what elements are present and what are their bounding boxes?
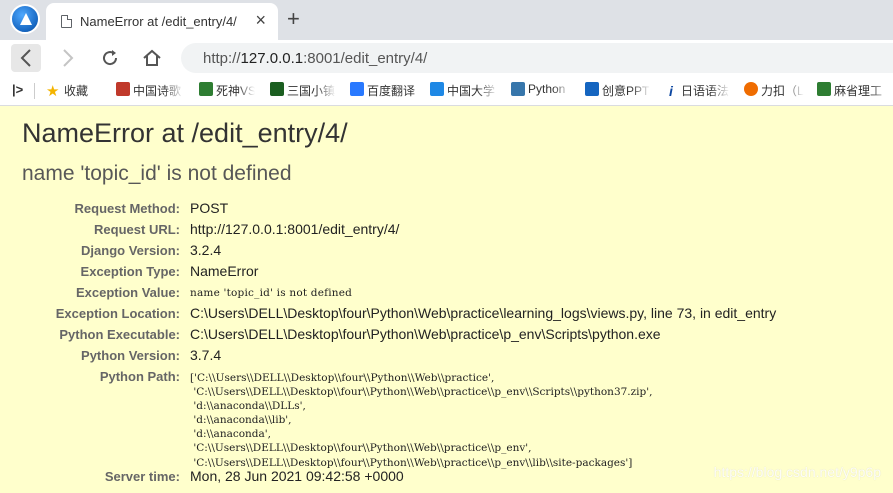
back-arrow-icon [20, 49, 31, 67]
meta-key: Python Version: [81, 348, 180, 363]
translate-icon [350, 82, 364, 96]
mooc-icon [430, 82, 444, 96]
meta-value: C:\Users\DELL\Desktop\four\Python\Web\pr… [190, 305, 777, 321]
meta-value: C:\Users\DELL\Desktop\four\Python\Web\pr… [190, 326, 661, 342]
address-bar[interactable]: http://127.0.0.1:8001/edit_entry/4/ [181, 43, 893, 73]
meta-value: http://127.0.0.1:8001/edit_entry/4/ [190, 221, 400, 237]
python-icon [511, 82, 525, 96]
sidebar-toggle-icon[interactable]: |> [12, 82, 23, 97]
table-row: Exception Type: NameError [0, 262, 893, 283]
table-row: Request Method: POST [0, 199, 893, 220]
home-icon [143, 49, 161, 66]
meta-value: NameError [190, 263, 259, 279]
error-message: name 'topic_id' is not defined [22, 162, 292, 185]
meta-value: 3.7.4 [190, 347, 222, 363]
meta-key: Exception Location: [55, 306, 180, 321]
reload-button[interactable] [95, 44, 125, 72]
game-icon [270, 82, 284, 96]
meta-key: Server time: [104, 469, 180, 484]
meta-key: Request URL: [94, 222, 180, 237]
page-icon [61, 15, 72, 28]
table-row: Python Path: ['C:\\Users\\DELL\\Desktop\… [0, 367, 893, 469]
bookmark-favorites[interactable]: ★ 收藏 [46, 82, 96, 100]
python-path-list: ['C:\\Users\\DELL\\Desktop\\four\\Python… [190, 372, 653, 469]
bookmarks-divider [34, 83, 35, 99]
bookmark-item[interactable]: 死神VS [199, 82, 255, 100]
forward-arrow-icon [63, 49, 74, 67]
table-row: Python Executable: C:\Users\DELL\Desktop… [0, 325, 893, 346]
back-button[interactable] [11, 44, 41, 72]
bookmark-item[interactable]: 百度翻译 [350, 82, 422, 100]
table-row: Exception Location: C:\Users\DELL\Deskto… [0, 304, 893, 325]
bookmark-item[interactable]: i 日语语法 [664, 82, 730, 100]
tab-title: NameError at /edit_entry/4/ [80, 14, 237, 29]
browser-toolbar: http://127.0.0.1:8001/edit_entry/4/ [0, 40, 893, 76]
table-row: Python Version: 3.7.4 [0, 346, 893, 367]
bookmark-item[interactable]: Python [511, 82, 571, 100]
meta-key: Python Path: [99, 369, 180, 384]
bookmark-item[interactable]: 中国大学 [430, 82, 498, 100]
meta-key: Django Version: [81, 243, 180, 258]
leetcode-icon [744, 82, 758, 96]
table-row: Exception Value: name 'topic_id' is not … [0, 283, 893, 304]
meta-value: Mon, 28 Jun 2021 09:42:58 +0000 [190, 468, 404, 484]
game-icon [199, 82, 213, 96]
watermark: https://blog.csdn.net/y9p6p [713, 464, 881, 480]
meta-key: Request Method: [74, 201, 180, 216]
bookmark-item[interactable]: 中国诗歌 [116, 82, 184, 100]
bookmark-item[interactable]: 创意PPT [585, 82, 651, 100]
table-row: Request URL: http://127.0.0.1:8001/edit_… [0, 220, 893, 241]
meta-key: Exception Value: [75, 285, 180, 300]
tab-strip: NameError at /edit_entry/4/ × + [0, 0, 893, 40]
star-icon: ★ [46, 83, 60, 100]
page-title: NameError at /edit_entry/4/ [22, 118, 348, 148]
address-url: http://127.0.0.1:8001/edit_entry/4/ [203, 50, 428, 67]
bookmark-item[interactable]: 三国小镇 [270, 82, 336, 100]
meta-key: Exception Type: [80, 264, 180, 279]
meta-key: Python Executable: [59, 327, 180, 342]
table-row: Django Version: 3.2.4 [0, 241, 893, 262]
home-button[interactable] [137, 44, 167, 72]
book-icon [116, 82, 130, 96]
forward-button[interactable] [53, 44, 83, 72]
meta-value: POST [190, 200, 229, 216]
new-tab-button[interactable]: + [287, 6, 300, 32]
reload-icon [103, 50, 118, 66]
meta-value: name 'topic_id' is not defined [190, 287, 353, 299]
video-icon [817, 82, 831, 96]
browser-logo-icon[interactable] [10, 4, 40, 34]
ppt-icon [585, 82, 599, 96]
bookmark-item[interactable]: 力扣（L [744, 82, 804, 100]
tab-active[interactable]: NameError at /edit_entry/4/ × [46, 3, 278, 40]
meta-value: 3.2.4 [190, 242, 222, 258]
close-tab-icon[interactable]: × [255, 10, 266, 30]
request-meta-table: Request Method: POST Request URL: http:/… [0, 199, 893, 488]
info-icon: i [669, 83, 673, 99]
bookmark-item[interactable]: 麻省理工 [817, 82, 893, 100]
bookmarks-bar: |> ★ 收藏 中国诗歌 死神VS 三国小镇 百度翻译 中国大学 Python 创… [0, 76, 893, 106]
error-page: NameError at /edit_entry/4/ name 'topic_… [0, 107, 893, 493]
